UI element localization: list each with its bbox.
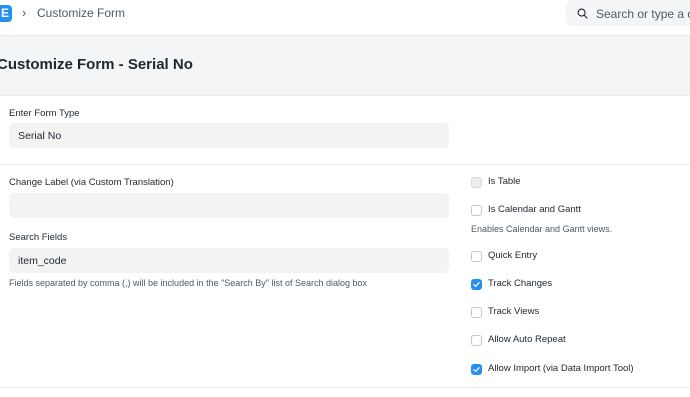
quick-entry-checkbox[interactable] (471, 251, 482, 262)
allow-import-checkbox[interactable] (471, 364, 482, 375)
allow-import-label: Allow Import (via Data Import Tool) (488, 363, 634, 374)
breadcrumb-customize-form[interactable]: Customize Form (37, 6, 125, 20)
chevron-right-icon: › (22, 5, 27, 20)
change-label-input[interactable] (9, 193, 449, 218)
section-divider-bottom (0, 387, 690, 388)
is-calendar-help: Enables Calendar and Gantt views. (471, 224, 613, 234)
change-label-label: Change Label (via Custom Translation) (9, 177, 174, 188)
search-placeholder: Search or type a co (596, 7, 690, 21)
quick-entry-label: Quick Entry (488, 250, 538, 261)
section-divider (0, 164, 690, 165)
page-title: Customize Form - Serial No (0, 56, 193, 73)
track-changes-checkbox[interactable] (471, 279, 482, 290)
is-calendar-checkbox[interactable] (471, 205, 482, 216)
navbar: E › Customize Form Search or type a co (0, 0, 690, 36)
search-fields-label: Search Fields (9, 232, 68, 243)
track-views-checkbox[interactable] (471, 307, 482, 318)
is-table-checkbox[interactable] (471, 177, 482, 188)
form-type-label: Enter Form Type (9, 108, 80, 119)
is-table-label: Is Table (488, 176, 521, 187)
allow-auto-repeat-label: Allow Auto Repeat (488, 334, 566, 345)
allow-auto-repeat-checkbox[interactable] (471, 335, 482, 346)
search-icon (577, 8, 588, 19)
form-type-input[interactable] (9, 123, 449, 148)
checkmark-icon (473, 281, 480, 288)
search-fields-input[interactable] (9, 248, 449, 273)
is-calendar-label: Is Calendar and Gantt (488, 204, 581, 215)
track-views-label: Track Views (488, 306, 540, 317)
search-fields-help: Fields separated by comma (,) will be in… (9, 278, 368, 288)
app-logo[interactable]: E (0, 5, 12, 22)
checkmark-icon (473, 366, 480, 373)
track-changes-label: Track Changes (488, 278, 553, 289)
search-input[interactable]: Search or type a co (566, 0, 690, 26)
